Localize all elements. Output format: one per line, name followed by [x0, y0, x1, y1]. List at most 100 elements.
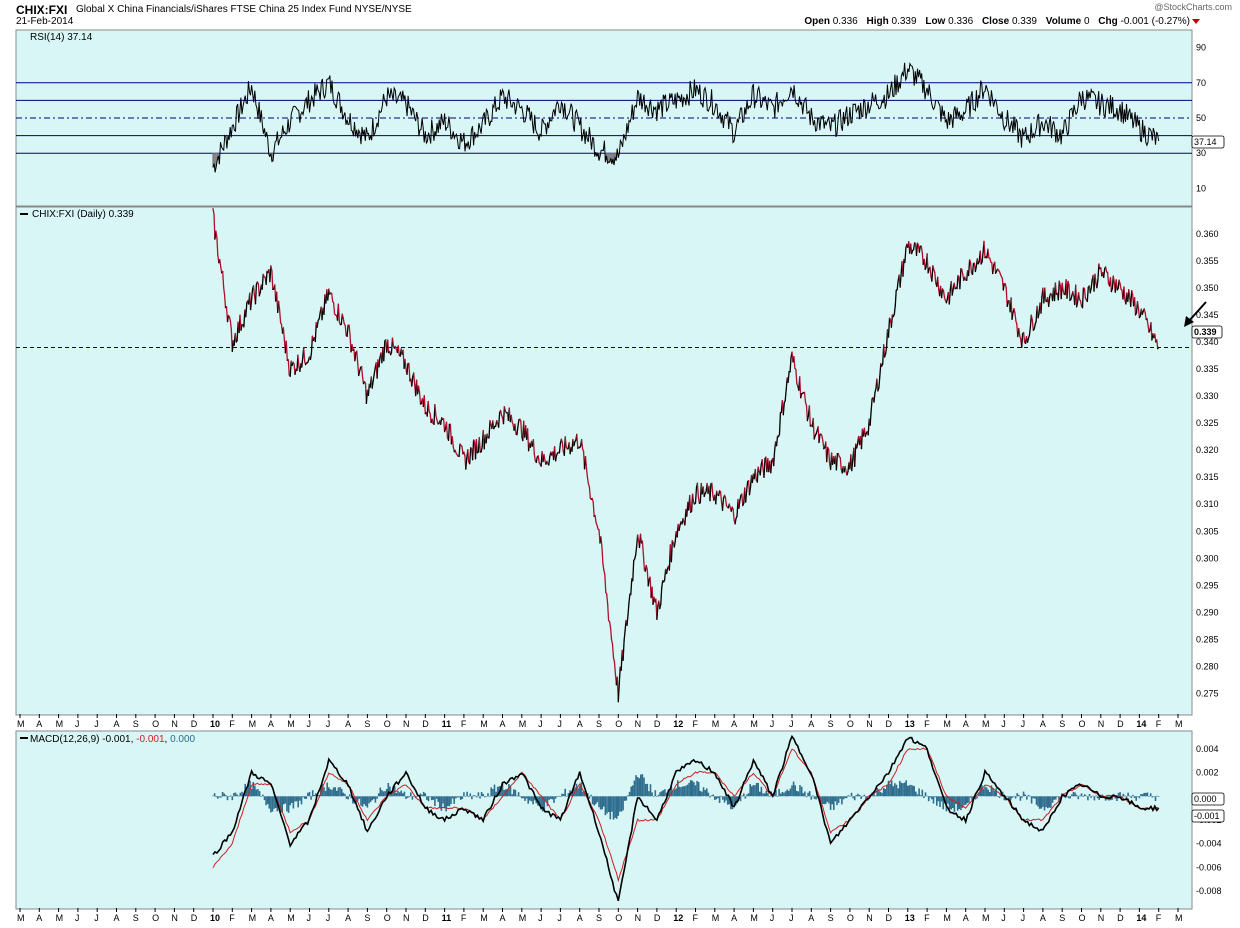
macd-panel-background — [15, 730, 1193, 910]
macd-hist-bar — [1043, 796, 1046, 811]
rsi-tick-label: 90 — [1196, 43, 1206, 53]
macd-hist-bar — [231, 796, 234, 801]
macd-hist-bar — [939, 796, 941, 807]
price-segment — [1068, 283, 1071, 302]
macd-hist-bar — [847, 795, 850, 797]
macd-value-box: -0.001 — [1191, 809, 1225, 823]
macd-hist-bar — [239, 792, 242, 797]
price-segment — [1021, 333, 1024, 349]
macd-hist-value: 0.000 — [1194, 794, 1217, 804]
macd-hist-bar — [439, 796, 441, 808]
macd-hist-bar — [437, 796, 439, 802]
macd-hist-bar — [356, 796, 359, 801]
macd-hist-bar — [410, 792, 412, 797]
macd-hist-bar — [804, 791, 806, 797]
macd-hist-bar — [1022, 791, 1025, 797]
macd-hist-bar — [271, 796, 274, 812]
macd-hist-bar — [402, 793, 404, 797]
macd-tick-label: -0.006 — [1196, 862, 1222, 872]
x-tick-label: S — [828, 719, 834, 729]
price-legend: CHIX:FXI (Daily) 0.339 — [32, 209, 134, 220]
macd-hist-bar — [1072, 792, 1075, 797]
x-tick-label: F — [229, 913, 235, 923]
macd-hist-bar — [858, 794, 861, 797]
macd-hist-bar — [598, 796, 600, 808]
x-tick-label: J — [538, 913, 543, 923]
macd-hist-bar — [237, 795, 240, 797]
macd-hist-bar — [376, 796, 378, 799]
macd-hist-bar — [897, 788, 899, 797]
price-segment — [222, 270, 225, 288]
macd-hist-bar — [525, 796, 528, 799]
macd-hist-bar — [778, 789, 780, 797]
x-tick-label: J — [1001, 913, 1006, 923]
macd-hist-bar — [850, 792, 853, 797]
macd-hist-bar — [561, 793, 563, 797]
x-tick-label: O — [1079, 719, 1086, 729]
macd-hist-bar — [1132, 794, 1134, 797]
macd-hist-bar — [1135, 796, 1137, 801]
macd-hist-bar — [303, 796, 306, 799]
macd-hist-bar — [791, 785, 793, 797]
x-tick-label: M — [750, 913, 758, 923]
macd-hist-bar — [688, 782, 690, 797]
macd-hist-bar — [403, 791, 406, 797]
x-tick-label: M — [249, 719, 257, 729]
macd-hist-bar — [763, 793, 766, 797]
macd-hist-bar — [641, 774, 644, 797]
macd-hist-bar — [845, 796, 848, 799]
macd-hist-bar — [1156, 795, 1158, 797]
macd-hist-bar — [895, 784, 898, 797]
macd-hist-bar — [844, 796, 846, 799]
x-tick-label: D — [886, 719, 893, 729]
price-segment — [342, 317, 345, 325]
price-segment — [387, 339, 390, 354]
macd-hist-bar — [1087, 796, 1089, 801]
x-tick-label: J — [326, 913, 331, 923]
price-segment — [367, 383, 370, 397]
macd-hist-bar — [635, 775, 637, 797]
macd-tick-label: 0.004 — [1196, 744, 1219, 754]
macd-hist-bar — [706, 788, 708, 797]
macd-hist-bar — [689, 780, 692, 797]
macd-hist-bar — [313, 795, 316, 797]
macd-hist-bar — [480, 792, 483, 797]
x-tick-label: A — [577, 913, 583, 923]
macd-hist-bar — [527, 796, 529, 804]
macd-hist-bar — [1148, 796, 1150, 797]
macd-hist-bar — [530, 796, 533, 802]
macd-hist-bar — [326, 782, 328, 797]
macd-hist-bar — [1013, 796, 1015, 797]
macd-hist-bar — [1071, 794, 1073, 797]
macd-hist-bar — [921, 789, 924, 797]
price-segment — [789, 357, 792, 373]
price-segment — [1109, 277, 1113, 293]
macd-hist-bar — [453, 796, 455, 804]
x-tick-label: A — [268, 913, 274, 923]
macd-hist-bar — [1032, 796, 1035, 799]
macd-hist-bar — [511, 794, 513, 797]
macd-hist-bar — [786, 789, 788, 797]
macd-hist-bar — [683, 786, 685, 797]
macd-hist-bar — [812, 795, 814, 797]
x-tick-label: F — [924, 719, 930, 729]
x-tick-label: A — [268, 719, 274, 729]
macd-hist-bar — [968, 796, 970, 803]
x-axis-lower: M A M J J A S O N D 10 F M A M J J A S O N D 11 F M A M J J A S O N D 12 F M… — [17, 908, 1183, 923]
price-segment — [1090, 279, 1093, 289]
macd-hist-bar — [482, 793, 484, 797]
macd-hist-bar — [508, 784, 510, 797]
macd-hist-bar — [984, 786, 986, 797]
macd-hist-bar — [1034, 796, 1036, 799]
macd-hist-bar — [411, 796, 414, 800]
price-tick-label: 0.300 — [1196, 553, 1219, 563]
macd-hist-bar — [649, 784, 652, 797]
price-segment — [354, 352, 357, 362]
macd-hist-bar — [611, 796, 613, 812]
price-segment — [778, 412, 782, 435]
macd-hist-bar — [976, 796, 978, 799]
macd-hist-bar — [752, 785, 755, 797]
macd-hist-bar — [952, 796, 954, 808]
macd-hist-bar — [960, 796, 962, 811]
macd-tick-label: -0.004 — [1196, 839, 1222, 849]
